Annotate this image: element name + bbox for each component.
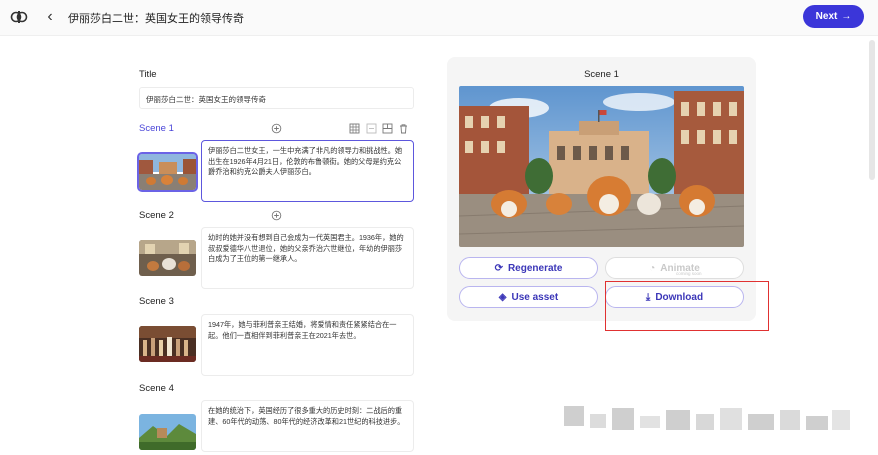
scene-4-thumbnail[interactable]	[139, 414, 196, 450]
scene-1-thumbnail[interactable]	[137, 152, 198, 192]
scene-4-textarea[interactable]: 在她的统治下，英国经历了很多重大的历史时刻：二战后的重建、60年代的动荡、80年…	[201, 400, 414, 452]
trash-icon[interactable]	[398, 123, 409, 134]
layers-icon: ◈	[498, 291, 507, 303]
scene-2-thumbnail[interactable]	[139, 240, 196, 276]
scene-3-label: Scene 3	[139, 296, 174, 307]
download-highlight-box	[605, 281, 769, 331]
title-label: Title	[139, 69, 157, 80]
coming-soon-badge: coming soon	[676, 271, 702, 276]
scene-3-textarea[interactable]: 1947年，她与菲利普亲王结婚，将爱情和责任紧紧结合在一起。他们一直相伴到菲利普…	[201, 314, 414, 376]
animate-icon: ◔	[649, 262, 656, 274]
add-scene-icon[interactable]	[271, 123, 282, 134]
app-logo-icon[interactable]	[10, 8, 28, 26]
scene-4-label: Scene 4	[139, 383, 174, 394]
layout-icon[interactable]	[382, 123, 393, 134]
scene-1-label: Scene 1	[139, 123, 174, 134]
scene-2-label: Scene 2	[139, 210, 174, 221]
scene-preview-image	[459, 86, 744, 247]
blurred-watermark	[560, 400, 854, 442]
animate-button[interactable]: ◔ Animate coming soon	[605, 257, 744, 279]
document-title: 伊丽莎白二世：英国女王的领导传奇	[68, 13, 244, 25]
next-button[interactable]: Next →	[803, 5, 864, 28]
arrow-right-icon: →	[841, 11, 852, 22]
scene-3-thumbnail[interactable]	[139, 326, 196, 362]
chevron-left-icon[interactable]: ‹	[40, 7, 60, 27]
use-asset-button[interactable]: ◈ Use asset	[459, 286, 598, 308]
use-asset-label: Use asset	[511, 291, 559, 303]
scrollbar[interactable]	[869, 40, 875, 180]
regenerate-icon: ⟳	[494, 262, 503, 274]
scene-2-textarea[interactable]: 幼时的她并没有想到自己会成为一代英国君主。1936年，她的叔叔爱德华八世退位，她…	[201, 227, 414, 289]
title-input[interactable]: 伊丽莎白二世：英国女王的领导传奇	[139, 87, 414, 109]
scene-1-textarea[interactable]: 伊丽莎白二世女王，一生中充满了非凡的领导力和挑战性。她出生在1926年4月21日…	[201, 140, 414, 202]
regenerate-label: Regenerate	[507, 262, 563, 274]
add-scene-icon[interactable]	[271, 210, 282, 221]
grid-icon[interactable]	[349, 123, 360, 134]
preview-title: Scene 1	[584, 69, 619, 80]
top-bar: ‹ 伊丽莎白二世：英国女王的领导传奇 Next →	[0, 0, 878, 36]
regenerate-button[interactable]: ⟳ Regenerate	[459, 257, 598, 279]
next-label: Next	[815, 11, 838, 22]
split-icon[interactable]	[366, 123, 377, 134]
